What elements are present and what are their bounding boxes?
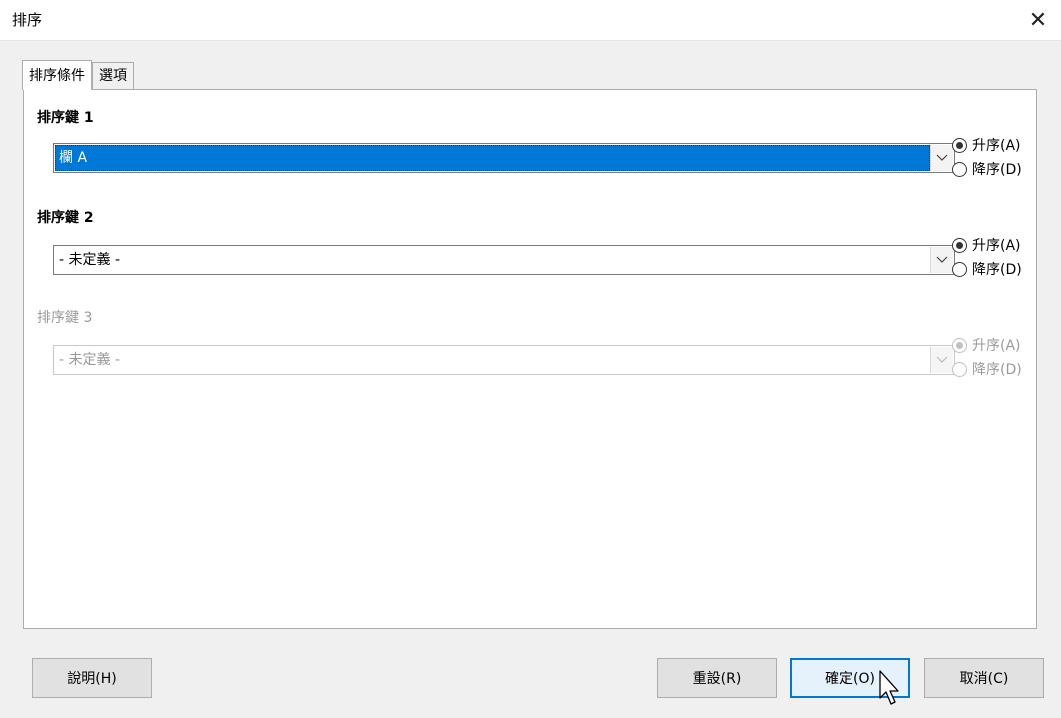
radio-unchecked-icon[interactable] xyxy=(952,261,967,277)
descending-label: 降序(D) xyxy=(972,362,1022,378)
sort-key-2-value: - 未定義 - xyxy=(59,252,121,268)
radio-checked-icon xyxy=(952,337,967,353)
help-button[interactable]: 說明(H) xyxy=(32,658,152,698)
ascending-label: 升序(A) xyxy=(972,138,1021,154)
sort-key-3-ascending: 升序(A) xyxy=(952,333,1022,357)
ascending-label: 升序(A) xyxy=(972,338,1021,354)
chevron-down-icon xyxy=(930,347,953,373)
ascending-label: 升序(A) xyxy=(972,238,1021,254)
sort-key-1-ascending[interactable]: 升序(A) xyxy=(952,133,1022,157)
sort-key-2-label: 排序鍵 2 xyxy=(37,210,94,226)
radio-checked-icon[interactable] xyxy=(952,237,967,253)
sort-key-2-order: 升序(A) 降序(D) xyxy=(952,233,1022,281)
title-bar: 排序 ✕ xyxy=(0,0,1061,41)
sort-criteria-panel: 排序鍵 1 欄 A 升序(A) 降序(D) 排序鍵 2 - 未定義 - 升序(A… xyxy=(23,89,1037,629)
sort-key-3-dropdown: - 未定義 - xyxy=(53,345,955,375)
sort-key-2-ascending[interactable]: 升序(A) xyxy=(952,233,1022,257)
radio-unchecked-icon[interactable] xyxy=(952,161,967,177)
sort-key-3-order: 升序(A) 降序(D) xyxy=(952,333,1022,381)
tab-bar: 排序條件 選項 xyxy=(22,60,134,90)
sort-key-1-label: 排序鍵 1 xyxy=(37,110,94,126)
cancel-button[interactable]: 取消(C) xyxy=(924,658,1044,698)
sort-key-1-order: 升序(A) 降序(D) xyxy=(952,133,1022,181)
tab-sort-criteria[interactable]: 排序條件 xyxy=(22,60,92,90)
sort-key-3-value: - 未定義 - xyxy=(59,352,121,368)
radio-checked-icon[interactable] xyxy=(952,137,967,153)
descending-label: 降序(D) xyxy=(972,162,1022,178)
tab-options[interactable]: 選項 xyxy=(92,62,134,89)
sort-key-3-descending: 降序(D) xyxy=(952,357,1022,381)
close-button[interactable]: ✕ xyxy=(1015,0,1061,40)
sort-key-2-descending[interactable]: 降序(D) xyxy=(952,257,1022,281)
descending-label: 降序(D) xyxy=(972,262,1022,278)
window-title: 排序 xyxy=(12,11,43,29)
sort-key-2-dropdown[interactable]: - 未定義 - xyxy=(53,245,955,275)
radio-unchecked-icon xyxy=(952,361,967,377)
chevron-down-icon[interactable] xyxy=(930,247,953,273)
chevron-down-icon[interactable] xyxy=(930,145,953,171)
sort-key-3-label: 排序鍵 3 xyxy=(37,310,93,326)
sort-key-1-descending[interactable]: 降序(D) xyxy=(952,157,1022,181)
close-icon: ✕ xyxy=(1028,7,1048,33)
sort-key-1-dropdown[interactable]: 欄 A xyxy=(53,143,955,173)
sort-key-1-value: 欄 A xyxy=(55,145,930,171)
mouse-pointer-icon xyxy=(879,670,899,705)
reset-button[interactable]: 重設(R) xyxy=(657,658,777,698)
